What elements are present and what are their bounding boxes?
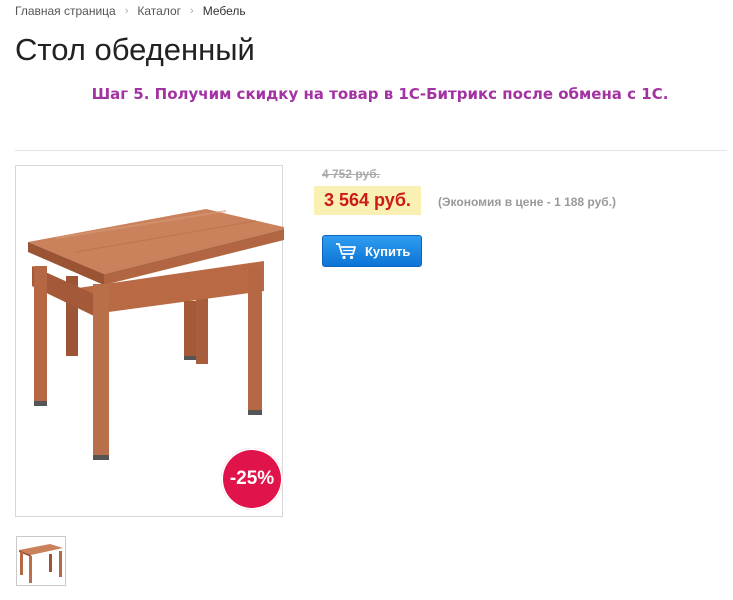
breadcrumb: Главная страница › Каталог › Мебель: [15, 4, 246, 18]
breadcrumb-separator-icon: ›: [124, 5, 129, 17]
step-note: Шаг 5. Получим скидку на товар в 1С-Битр…: [91, 85, 669, 103]
buy-button[interactable]: Купить: [322, 235, 422, 267]
page-title: Стол обеденный: [15, 32, 255, 67]
product-main-image[interactable]: -25%: [15, 165, 284, 517]
buy-button-label: Купить: [365, 243, 411, 259]
divider: [15, 150, 727, 151]
cart-icon: [336, 243, 356, 260]
breadcrumb-separator-icon: ›: [190, 5, 194, 17]
breadcrumb-home-link[interactable]: Главная страница: [15, 4, 116, 18]
old-price: 4 752 руб.: [322, 167, 380, 181]
breadcrumb-current: Мебель: [202, 4, 246, 18]
discount-badge: -25%: [221, 448, 283, 510]
current-price: 3 564 руб.: [314, 186, 421, 215]
table-thumbnail-icon: [19, 544, 63, 583]
savings-text: (Экономия в цене - 1 188 руб.): [438, 195, 617, 209]
breadcrumb-catalog-link[interactable]: Каталог: [137, 4, 181, 18]
product-thumbnail[interactable]: [16, 536, 66, 586]
